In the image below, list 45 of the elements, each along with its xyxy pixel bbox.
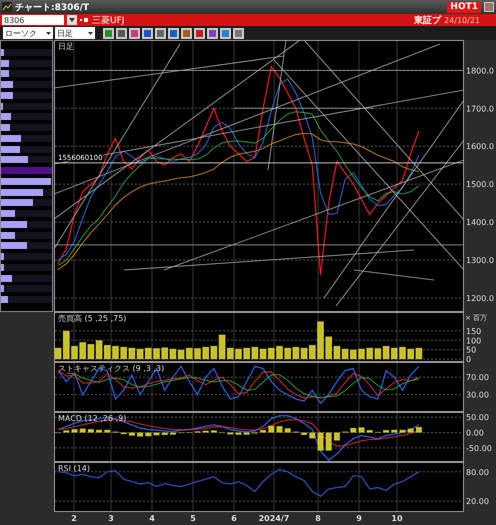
panel-label: 日足 bbox=[58, 42, 74, 51]
axis-tick-label: 4 bbox=[149, 514, 155, 523]
date-label: 24/10/21 bbox=[444, 16, 480, 24]
close-button[interactable] bbox=[484, 2, 494, 12]
axis-tick-label: 1300.0 bbox=[466, 256, 494, 266]
axis-tick-label: 5 bbox=[190, 514, 196, 523]
market-label: 東証プ bbox=[414, 14, 442, 26]
axis-tick-label: 50 bbox=[466, 346, 476, 355]
axis-tick-label: 20.00 bbox=[466, 497, 489, 506]
caret-icon bbox=[46, 32, 51, 34]
axis-tick-label: -50.00 bbox=[466, 444, 492, 453]
axis-tick-label: 1500.0 bbox=[466, 180, 494, 190]
chart-type-select[interactable]: ローソク bbox=[3, 27, 53, 39]
hot-badge[interactable]: HOT1 bbox=[447, 2, 481, 12]
axis-tick-label: 1600.0 bbox=[466, 142, 494, 152]
axis-tick-label: 1400.0 bbox=[466, 218, 494, 228]
axis-tick-label: 3 bbox=[108, 514, 114, 523]
axis-tick-label: 100 bbox=[466, 336, 482, 346]
stock-name: 三菱UFJ bbox=[92, 14, 126, 26]
axis-tick-label: 10 bbox=[391, 514, 403, 523]
panel-label: RSI (14) bbox=[58, 464, 90, 473]
axis-tick-label: 30.00 bbox=[466, 390, 489, 400]
axis-tick-label: 0.00 bbox=[466, 428, 484, 438]
axis-tick-label: 1700.0 bbox=[466, 104, 494, 114]
code-field[interactable]: 8306 bbox=[2, 15, 64, 25]
axis-tick-label: 9 bbox=[356, 514, 362, 523]
axis-tick-label: 2024/7 bbox=[258, 514, 290, 523]
axis-tick-label: 70.00 bbox=[466, 373, 489, 382]
axis-tick-label: 2 bbox=[71, 514, 77, 523]
axis-tick-label: 0 bbox=[466, 355, 472, 362]
axis-tick-label: 80.00 bbox=[466, 468, 489, 477]
axis-tick-label: 50.00 bbox=[466, 413, 489, 422]
dropdown-button[interactable] bbox=[67, 15, 77, 25]
caret-icon bbox=[69, 18, 75, 22]
axis-tick-label: 1200.0 bbox=[466, 294, 494, 303]
period-select[interactable]: 日足 bbox=[55, 27, 95, 39]
caret-icon bbox=[88, 32, 93, 34]
flag-icon bbox=[80, 17, 89, 23]
window-title: チャート:8306/T bbox=[15, 2, 90, 14]
chart-app-icon bbox=[2, 2, 12, 12]
axis-tick-label: 150 bbox=[466, 326, 482, 336]
axis-tick-label: 1800.0 bbox=[466, 66, 494, 76]
axis-tick-label: 8 bbox=[315, 514, 321, 523]
axis-tick-label: 6 bbox=[231, 514, 237, 523]
panel-label: 売買高 (5 ,25 ,75) bbox=[58, 314, 126, 323]
